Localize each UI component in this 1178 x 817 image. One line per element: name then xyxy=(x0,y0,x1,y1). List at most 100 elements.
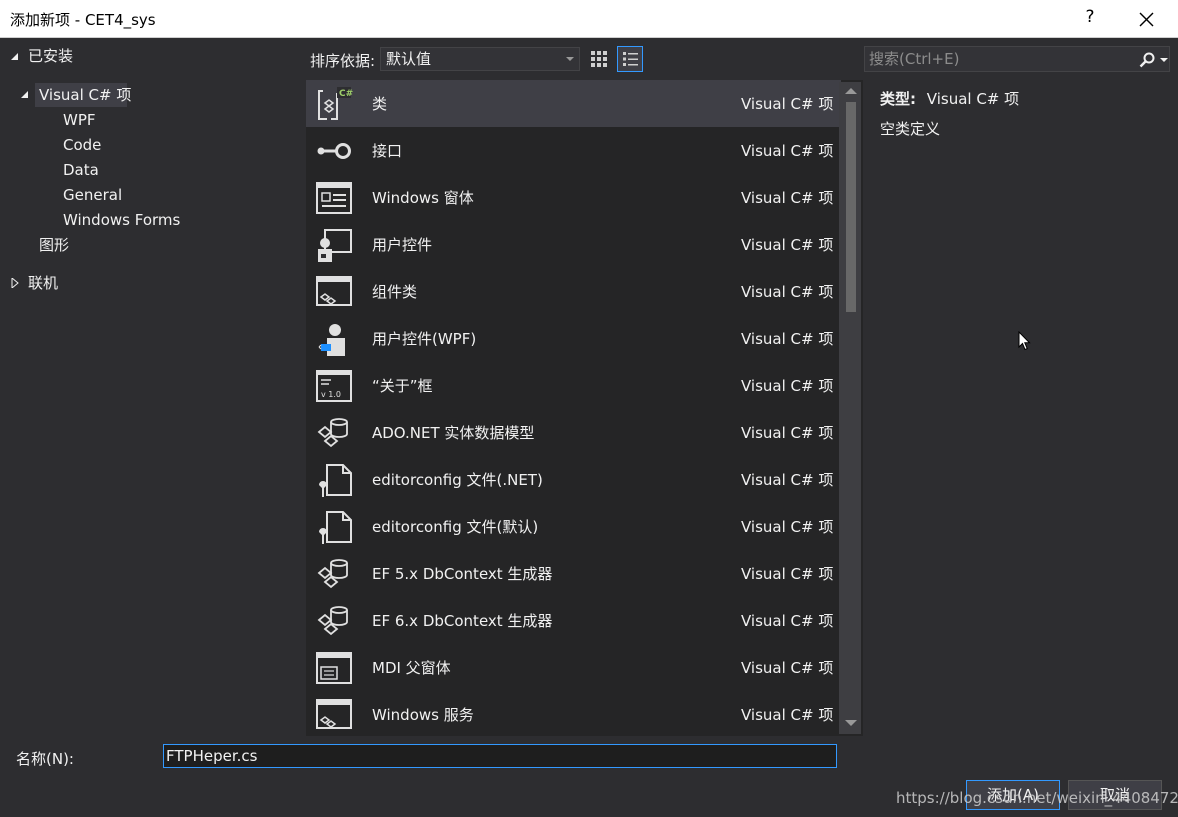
component-class-icon xyxy=(316,276,352,306)
tree-node-data[interactable]: Data xyxy=(63,158,99,182)
item-type: Visual C# 项 xyxy=(741,283,834,301)
svg-text:v 1.0: v 1.0 xyxy=(321,390,341,399)
scrollbar-thumb[interactable] xyxy=(846,102,856,312)
item-name: Windows 服务 xyxy=(372,706,474,724)
tree-node-graphics[interactable]: 图形 xyxy=(39,233,69,257)
item-name: EF 6.x DbContext 生成器 xyxy=(372,612,553,630)
collapsed-triangle-icon[interactable] xyxy=(10,278,20,288)
entity-model-icon xyxy=(317,418,348,448)
item-name: 组件类 xyxy=(372,283,418,301)
category-tree: 已安装 Visual C# 项 WPF Code Data General Wi… xyxy=(0,38,302,736)
sort-dropdown[interactable]: 默认值 xyxy=(380,47,580,71)
details-type-label: 类型: xyxy=(880,90,916,108)
details-description: 空类定义 xyxy=(880,120,941,138)
search-icon[interactable] xyxy=(1138,51,1156,69)
user-control-icon xyxy=(318,229,352,262)
item-type: Visual C# 项 xyxy=(741,377,834,395)
item-type: Visual C# 项 xyxy=(741,706,834,724)
list-item[interactable]: editorconfig 文件(.NET) Visual C# 项 xyxy=(306,456,841,503)
expanded-triangle-icon[interactable] xyxy=(10,52,20,62)
item-name: “关于”框 xyxy=(372,377,433,395)
title-bar: 添加新项 - CET4_sys ? xyxy=(0,0,1178,38)
window-title: 添加新项 - CET4_sys xyxy=(10,11,156,29)
list-item[interactable]: 接口 Visual C# 项 xyxy=(306,127,841,174)
class-icon: C# xyxy=(318,87,353,120)
item-name: 接口 xyxy=(372,142,403,160)
sort-label: 排序依据: xyxy=(310,52,376,70)
file-name-input[interactable] xyxy=(163,744,837,768)
template-list: C# 类 Visual C# 项 接口 Visual C# 项 Windows … xyxy=(306,80,863,736)
watermark: https://blog.csdn.net/weixin_44084727 xyxy=(896,789,1178,807)
item-name: MDI 父窗体 xyxy=(372,659,451,677)
details-type-value: Visual C# 项 xyxy=(926,90,1020,108)
item-name: EF 5.x DbContext 生成器 xyxy=(372,565,553,583)
tree-node-code[interactable]: Code xyxy=(63,133,101,157)
item-name: 类 xyxy=(372,95,388,113)
tree-node-general[interactable]: General xyxy=(63,183,122,207)
expanded-triangle-icon[interactable] xyxy=(20,90,30,100)
item-name: 用户控件(WPF) xyxy=(372,330,477,348)
list-item[interactable]: EF 6.x DbContext 生成器 Visual C# 项 xyxy=(306,597,841,644)
list-view-icon xyxy=(623,52,638,66)
search-input[interactable] xyxy=(869,49,1129,69)
item-type: Visual C# 项 xyxy=(741,142,834,160)
item-type: Visual C# 项 xyxy=(741,659,834,677)
list-view-button[interactable] xyxy=(617,46,643,72)
grid-view-icon xyxy=(591,51,607,67)
tree-node-wpf[interactable]: WPF xyxy=(63,108,96,132)
item-type: Visual C# 项 xyxy=(741,518,834,536)
editorconfig-icon xyxy=(319,511,352,544)
windows-service-icon xyxy=(316,699,352,729)
list-item[interactable]: 用户控件 Visual C# 项 xyxy=(306,221,841,268)
chevron-down-icon xyxy=(566,57,574,61)
help-button[interactable]: ? xyxy=(1080,7,1100,27)
list-item[interactable]: C# 类 Visual C# 项 xyxy=(306,80,841,127)
bottom-bar: 名称(N): 添加(A) 取消 https://blog.csdn.net/we… xyxy=(0,736,1178,817)
item-type: Visual C# 项 xyxy=(741,236,834,254)
windows-form-icon xyxy=(316,182,352,214)
list-scrollbar[interactable] xyxy=(839,82,861,734)
mouse-cursor-icon xyxy=(1018,331,1031,351)
list-item[interactable]: EF 5.x DbContext 生成器 Visual C# 项 xyxy=(306,550,841,597)
scroll-down-arrow-icon[interactable] xyxy=(845,720,857,726)
interface-icon xyxy=(317,143,351,159)
item-type: Visual C# 项 xyxy=(741,471,834,489)
dbcontext-generator-icon xyxy=(317,606,348,636)
list-item[interactable]: v 1.0 “关于”框 Visual C# 项 xyxy=(306,362,841,409)
wpf-user-control-icon xyxy=(318,324,345,356)
search-options-chevron-icon[interactable] xyxy=(1160,58,1168,62)
sort-value: 默认值 xyxy=(386,50,432,68)
dbcontext-generator-icon xyxy=(317,559,348,589)
editorconfig-icon xyxy=(319,464,352,497)
details-type: 类型: Visual C# 项 xyxy=(880,88,1019,109)
list-item[interactable]: MDI 父窗体 Visual C# 项 xyxy=(306,644,841,691)
search-box[interactable] xyxy=(864,46,1170,72)
list-item[interactable]: editorconfig 文件(默认) Visual C# 项 xyxy=(306,503,841,550)
tree-node-visual-csharp[interactable]: Visual C# 项 xyxy=(39,83,131,107)
list-item[interactable]: Windows 窗体 Visual C# 项 xyxy=(306,174,841,221)
item-name: ADO.NET 实体数据模型 xyxy=(372,424,535,442)
svg-text:C#: C# xyxy=(339,89,353,99)
item-type: Visual C# 项 xyxy=(741,95,834,113)
name-label: 名称(N): xyxy=(16,750,74,768)
close-icon[interactable] xyxy=(1132,5,1160,33)
tree-node-installed[interactable]: 已安装 xyxy=(28,44,73,68)
list-item[interactable]: ADO.NET 实体数据模型 Visual C# 项 xyxy=(306,409,841,456)
item-type: Visual C# 项 xyxy=(741,424,834,442)
item-name: editorconfig 文件(.NET) xyxy=(372,471,543,489)
item-type: Visual C# 项 xyxy=(741,565,834,583)
list-item[interactable]: Windows 服务 Visual C# 项 xyxy=(306,691,841,736)
small-icons-view-button[interactable] xyxy=(586,46,612,72)
item-type: Visual C# 项 xyxy=(741,189,834,207)
scroll-up-arrow-icon[interactable] xyxy=(845,88,857,94)
tree-node-windows-forms[interactable]: Windows Forms xyxy=(63,208,180,232)
item-type: Visual C# 项 xyxy=(741,330,834,348)
list-item[interactable]: 组件类 Visual C# 项 xyxy=(306,268,841,315)
item-name: 用户控件 xyxy=(372,236,433,254)
about-box-icon: v 1.0 xyxy=(316,370,352,402)
list-item[interactable]: 用户控件(WPF) Visual C# 项 xyxy=(306,315,841,362)
item-name: editorconfig 文件(默认) xyxy=(372,518,539,536)
item-name: Windows 窗体 xyxy=(372,189,474,207)
mdi-parent-form-icon xyxy=(316,652,352,684)
tree-node-online[interactable]: 联机 xyxy=(28,271,58,295)
